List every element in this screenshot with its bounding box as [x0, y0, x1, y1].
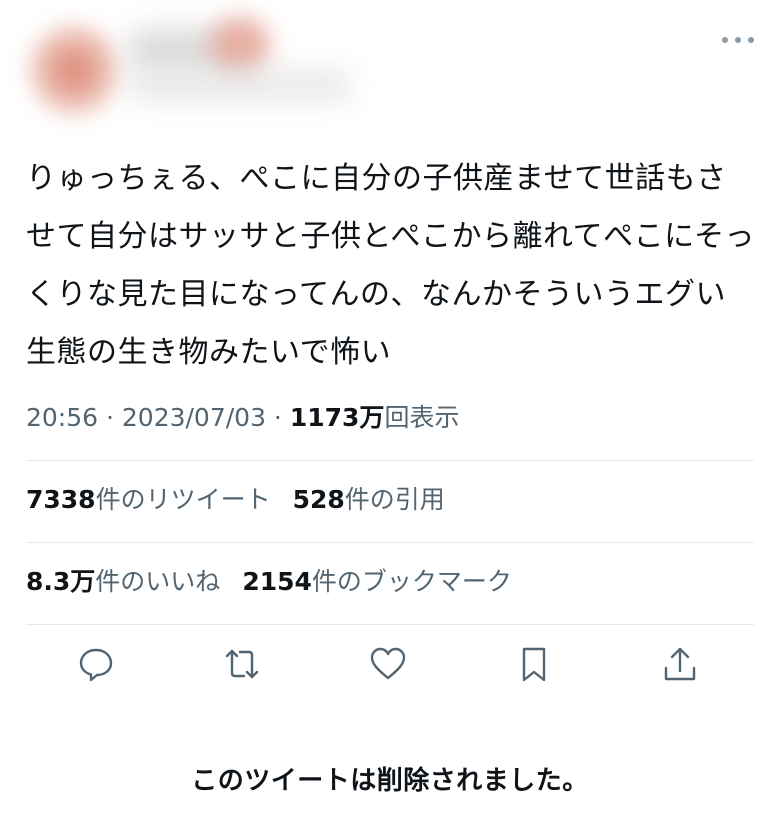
- blurred-name-emoji: [210, 18, 270, 73]
- retweets-stat[interactable]: 7338件のリツイート: [26, 485, 271, 514]
- reply-icon: [79, 648, 113, 682]
- bookmarks-label: 件のブックマーク: [311, 567, 512, 596]
- tweet-meta: 20:56 · 2023/07/03 · 1173万回表示: [26, 398, 459, 434]
- deleted-notice: このツイートは削除されました。: [191, 766, 589, 796]
- blurred-username[interactable]: [130, 70, 350, 100]
- like-button[interactable]: [364, 640, 412, 688]
- stats-row-reposts: 7338件のリツイート 528件の引用: [26, 480, 445, 516]
- bookmark-button[interactable]: [510, 640, 558, 688]
- retweets-label: 件のリツイート: [95, 485, 271, 514]
- bookmark-icon: [522, 647, 546, 682]
- stats-row-likes: 8.3万件のいいね 2154件のブックマーク: [26, 562, 512, 598]
- tweet-text: りゅっちぇる、ぺこに自分の子供産ませて世話もさせて自分はサッサと子供とぺこから離…: [26, 161, 755, 370]
- quotes-label: 件の引用: [344, 485, 445, 514]
- tweet-date[interactable]: 2023/07/03: [122, 403, 266, 432]
- share-icon: [664, 647, 696, 681]
- divider: [26, 624, 754, 625]
- quotes-count: 528: [292, 485, 345, 514]
- heart-icon: [370, 647, 406, 680]
- views-label: 回表示: [384, 403, 460, 432]
- views-count: 1173: [289, 403, 360, 432]
- quotes-stat[interactable]: 528件の引用: [293, 485, 445, 514]
- meta-separator: ·: [98, 403, 122, 432]
- reply-button[interactable]: [72, 640, 120, 688]
- tweet-header: [0, 0, 780, 140]
- likes-count: 8.3万: [26, 567, 96, 596]
- bookmarks-stat[interactable]: 2154件のブックマーク: [242, 567, 512, 596]
- retweet-button[interactable]: [218, 640, 266, 688]
- tweet-time[interactable]: 20:56: [26, 403, 98, 432]
- more-dot: [722, 37, 728, 43]
- blurred-avatar[interactable]: [28, 24, 120, 116]
- retweet-icon: [225, 649, 259, 679]
- divider: [26, 542, 754, 543]
- meta-separator: ·: [265, 403, 290, 432]
- likes-stat[interactable]: 8.3万件のいいね: [26, 567, 220, 596]
- divider: [26, 460, 754, 461]
- more-dot: [735, 37, 741, 43]
- more-dot: [748, 37, 754, 43]
- more-options-icon[interactable]: [718, 28, 758, 52]
- retweets-count: 7338: [26, 485, 96, 514]
- likes-label: 件のいいね: [95, 567, 221, 596]
- bookmarks-count: 2154: [242, 567, 312, 596]
- views-unit: 万: [359, 403, 385, 432]
- share-button[interactable]: [656, 640, 704, 688]
- action-bar: [0, 640, 780, 696]
